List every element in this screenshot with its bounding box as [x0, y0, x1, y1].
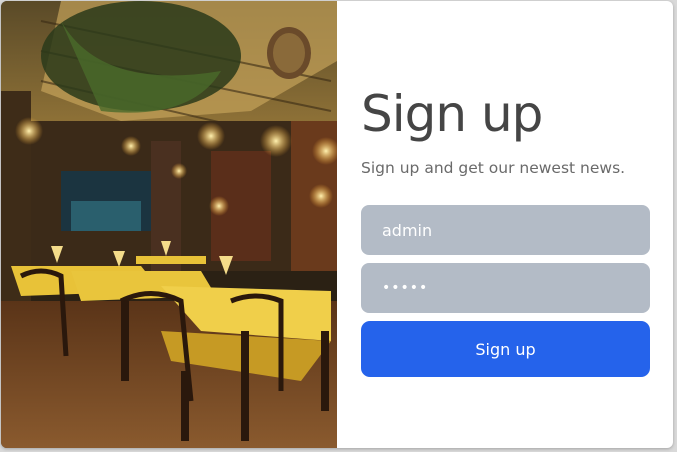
username-input[interactable]: [361, 205, 650, 255]
password-input[interactable]: [361, 263, 650, 313]
signup-subtitle: Sign up and get our newest news.: [361, 159, 626, 177]
restaurant-photo: [1, 1, 337, 448]
signup-button[interactable]: Sign up: [361, 321, 650, 377]
signup-form: Sign up Sign up and get our newest news.…: [361, 1, 650, 448]
signup-card: Sign up Sign up and get our newest news.…: [1, 1, 673, 448]
page-title: Sign up: [361, 85, 543, 143]
